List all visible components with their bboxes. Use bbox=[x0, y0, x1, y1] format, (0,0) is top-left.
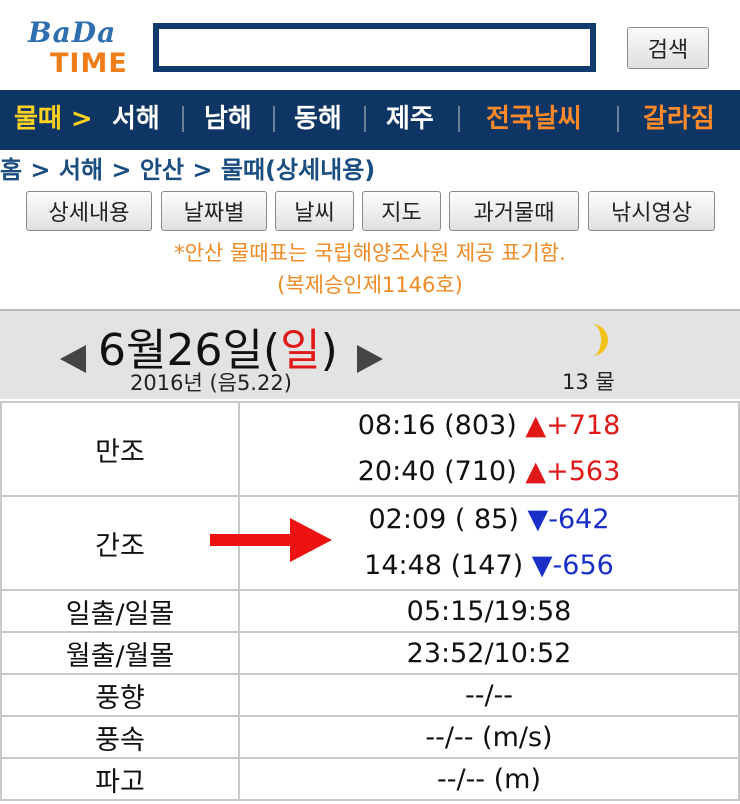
low-tide-label: 간조 bbox=[0, 495, 240, 591]
wave-height-label: 파고 bbox=[0, 757, 240, 801]
table-row: 파고 --/-- (m) bbox=[0, 757, 740, 801]
nav-divider bbox=[273, 106, 275, 132]
approval-notice: (복제승인제1146호) bbox=[277, 273, 463, 297]
table-row: 월출/월몰 23:52/10:52 bbox=[0, 631, 740, 675]
high-tide-change-2: ▲+563 bbox=[525, 456, 621, 487]
tab-fishing-video[interactable]: 낚시영상 bbox=[588, 191, 715, 231]
low-tide-time-2: 14:48 (147) bbox=[364, 550, 524, 581]
tab-map[interactable]: 지도 bbox=[362, 191, 441, 231]
breadcrumb[interactable]: 홈 > 서해 > 안산 > 물때(상세내용) bbox=[0, 152, 375, 188]
date-panel: 6월26일(일) 2016년 (음5.22) bbox=[0, 309, 740, 399]
high-tide-time-2: 20:40 (710) bbox=[357, 456, 517, 487]
wind-speed-value: --/-- (m/s) bbox=[238, 715, 740, 759]
low-tide-change-1: ▼-642 bbox=[527, 504, 610, 535]
nav-item-east-sea[interactable]: 동해 bbox=[294, 102, 342, 136]
tab-weather[interactable]: 날씨 bbox=[275, 191, 354, 231]
wind-direction-value: --/-- bbox=[238, 673, 740, 717]
high-tide-label: 만조 bbox=[0, 401, 240, 497]
nav-item-sea-parting[interactable]: 갈라짐 bbox=[643, 102, 715, 136]
tab-past-tide[interactable]: 과거물때 bbox=[449, 191, 579, 231]
moonrise-moonset-label: 월출/월몰 bbox=[0, 631, 240, 675]
table-row: 풍향 --/-- bbox=[0, 673, 740, 717]
prev-day-arrow-icon[interactable] bbox=[60, 345, 86, 373]
table-row: 간조 02:09 ( 85) ▼-642 14:48 (147) ▼-656 bbox=[0, 495, 740, 591]
wind-direction-label: 풍향 bbox=[0, 673, 240, 717]
table-row: 일출/일몰 05:15/19:58 bbox=[0, 589, 740, 633]
tab-details[interactable]: 상세내용 bbox=[26, 191, 152, 231]
high-tide-change-1: ▲+718 bbox=[525, 410, 621, 441]
logo-text-top: BaDa bbox=[28, 16, 117, 49]
nav-divider bbox=[364, 106, 366, 132]
nav-item-west-sea[interactable]: 서해 bbox=[112, 102, 160, 136]
nav-item-south-sea[interactable]: 남해 bbox=[204, 102, 252, 136]
nav-divider bbox=[182, 106, 184, 132]
site-header: BaDa TIME 검색 bbox=[0, 0, 740, 90]
source-notice: *안산 물때표는 국립해양조사원 제공 표기함. bbox=[174, 241, 566, 265]
nav-divider bbox=[617, 106, 619, 132]
next-day-arrow-icon[interactable] bbox=[357, 345, 383, 373]
table-row: 풍속 --/-- (m/s) bbox=[0, 715, 740, 759]
nav-divider bbox=[458, 106, 460, 132]
main-nav: 물때 > 서해 남해 동해 제주 전국날씨 갈라짐 bbox=[0, 90, 740, 150]
bada-time-logo[interactable]: BaDa TIME bbox=[26, 16, 136, 80]
sunrise-sunset-value: 05:15/19:58 bbox=[238, 589, 740, 633]
date-close: ) bbox=[320, 325, 338, 376]
high-tide-time-1: 08:16 (803) bbox=[357, 410, 517, 441]
moonrise-moonset-value: 23:52/10:52 bbox=[238, 631, 740, 675]
low-tide-change-2: ▼-656 bbox=[531, 550, 614, 581]
sunrise-sunset-label: 일출/일몰 bbox=[0, 589, 240, 633]
nav-item-jeju[interactable]: 제주 bbox=[386, 102, 434, 136]
logo-text-bottom: TIME bbox=[50, 48, 128, 79]
search-button[interactable]: 검색 bbox=[627, 27, 709, 69]
nav-item-tide[interactable]: 물때 > bbox=[14, 102, 93, 136]
red-arrow-icon bbox=[210, 518, 332, 562]
wind-speed-label: 풍속 bbox=[0, 715, 240, 759]
wave-height-value: --/-- (m) bbox=[238, 757, 740, 801]
low-tide-time-1: 02:09 ( 85) bbox=[368, 504, 519, 535]
table-row: 만조 08:16 (803) ▲+718 20:40 (710) ▲+563 bbox=[0, 401, 740, 497]
half-moon-icon bbox=[592, 324, 608, 356]
search-input[interactable] bbox=[153, 23, 596, 72]
year-lunar-date: 2016년 (음5.22) bbox=[130, 371, 292, 395]
nav-item-national-weather[interactable]: 전국날씨 bbox=[486, 102, 582, 136]
tide-age: 13 물 bbox=[562, 370, 615, 394]
tab-by-date[interactable]: 날짜별 bbox=[161, 191, 267, 231]
high-tide-values: 08:16 (803) ▲+718 20:40 (710) ▲+563 bbox=[238, 401, 740, 497]
tide-table: 만조 08:16 (803) ▲+718 20:40 (710) ▲+563 간… bbox=[0, 401, 740, 801]
